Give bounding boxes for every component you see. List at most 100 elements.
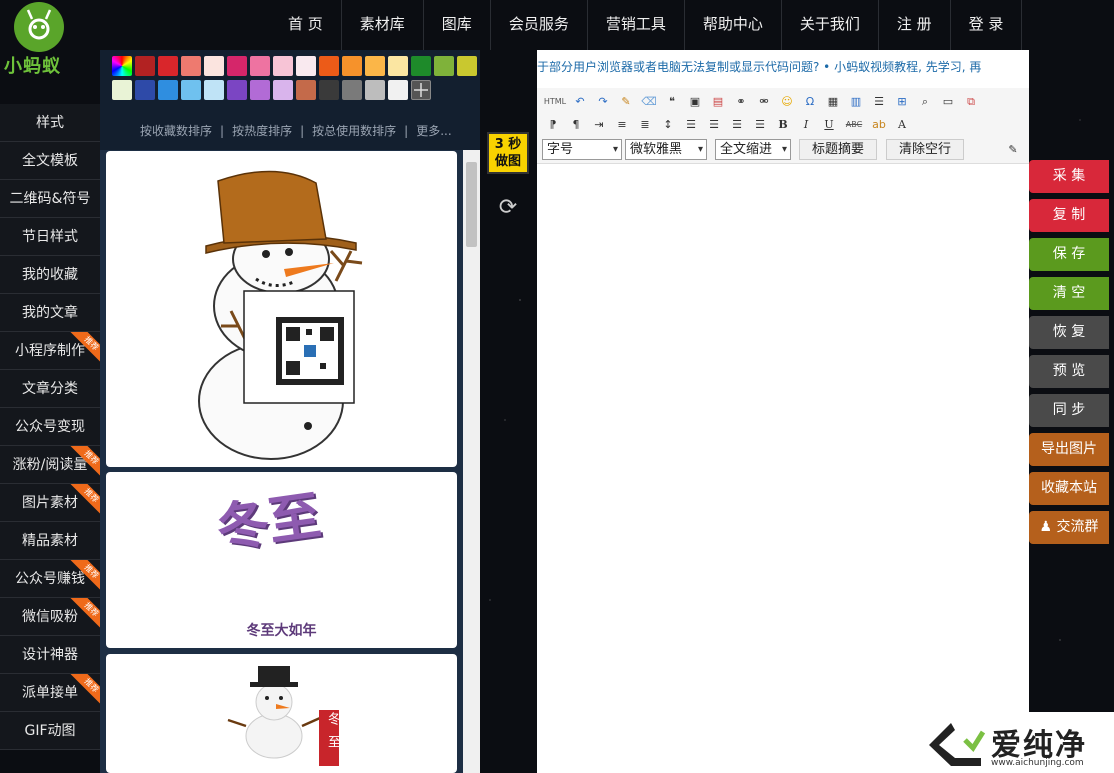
top-nav-item[interactable]: 图库	[424, 0, 491, 50]
material-scrollbar[interactable]	[463, 150, 480, 773]
fullscreen-icon[interactable]: ⧉	[961, 92, 981, 112]
left-nav-item[interactable]: 样式	[0, 104, 100, 142]
preview-icon[interactable]: ▭	[938, 92, 958, 112]
left-nav-item[interactable]: 二维码&符号	[0, 180, 100, 218]
color-swatch[interactable]	[204, 56, 224, 76]
color-swatch[interactable]	[273, 80, 293, 100]
top-nav-item[interactable]: 关于我们	[782, 0, 879, 50]
color-swatch[interactable]	[158, 56, 178, 76]
highlight-icon[interactable]: ab	[869, 115, 889, 135]
top-nav-item[interactable]: 登 录	[951, 0, 1023, 50]
unlink-icon[interactable]: ⚮	[754, 92, 774, 112]
strikethrough-icon[interactable]: ABC	[842, 115, 866, 135]
image-icon[interactable]: ▤	[708, 92, 728, 112]
paste-icon[interactable]: ▣	[685, 92, 705, 112]
color-swatch[interactable]	[227, 56, 247, 76]
paragraph-spacing-icon[interactable]: ≣	[635, 115, 655, 135]
font-color-icon[interactable]: A	[892, 115, 912, 135]
left-nav-item[interactable]: 我的收藏	[0, 256, 100, 294]
italic-icon[interactable]: I	[796, 115, 816, 135]
editor-content-area[interactable]	[537, 165, 1029, 765]
insert-image-icon[interactable]: ▦	[823, 92, 843, 112]
color-swatch[interactable]	[112, 80, 132, 100]
video-icon[interactable]: ▥	[846, 92, 866, 112]
edit-note-icon[interactable]: ✎	[1003, 140, 1023, 160]
color-swatch[interactable]	[273, 56, 293, 76]
top-nav-item[interactable]: 营销工具	[588, 0, 685, 50]
sort-option[interactable]: 按收藏数排序	[140, 124, 212, 138]
color-swatch[interactable]	[135, 80, 155, 100]
color-swatch[interactable]	[365, 80, 385, 100]
action-button[interactable]: ♟ 交流群	[1029, 511, 1109, 544]
top-nav-item[interactable]: 素材库	[342, 0, 424, 50]
left-nav-item[interactable]: 派单接单 推荐	[0, 674, 100, 712]
row-spacing-icon[interactable]: ↕	[658, 115, 678, 135]
color-swatch[interactable]	[158, 80, 178, 100]
quote-icon[interactable]: ❝	[662, 92, 682, 112]
eraser-icon[interactable]: ⌫	[639, 92, 659, 112]
color-swatch[interactable]	[342, 80, 362, 100]
align-left-icon[interactable]: ☰	[681, 115, 701, 135]
color-swatch[interactable]	[250, 56, 270, 76]
top-nav-item[interactable]: 注 册	[879, 0, 951, 50]
underline-icon[interactable]: U	[819, 115, 839, 135]
action-button[interactable]: 恢 复	[1029, 316, 1109, 349]
special-char-icon[interactable]: Ω	[800, 92, 820, 112]
font-family-select[interactable]: 微软雅黑	[625, 139, 707, 160]
color-swatch[interactable]	[296, 80, 316, 100]
rtl-icon[interactable]: ¶	[566, 115, 586, 135]
left-nav-item[interactable]: 公众号赚钱 推荐	[0, 560, 100, 598]
scrollbar-thumb[interactable]	[466, 162, 477, 247]
color-swatch[interactable]	[250, 80, 270, 100]
material-card-snowman-tag[interactable]: 冬至	[106, 654, 457, 773]
left-nav-item[interactable]: 公众号变现	[0, 408, 100, 446]
color-swatch[interactable]	[204, 80, 224, 100]
indent-icon[interactable]: ⇥	[589, 115, 609, 135]
top-nav-item[interactable]: 首 页	[270, 0, 342, 50]
action-button[interactable]: 保 存	[1029, 238, 1109, 271]
format-brush-icon[interactable]: ✎	[616, 92, 636, 112]
color-swatch[interactable]	[365, 56, 385, 76]
search-replace-icon[interactable]: ⌕	[915, 92, 935, 112]
bold-icon[interactable]: B	[773, 115, 793, 135]
left-nav-item[interactable]: GIF动图	[0, 712, 100, 750]
top-nav-item[interactable]: 会员服务	[491, 0, 588, 50]
emoji-icon[interactable]: ☺	[777, 92, 797, 112]
custom-color-picker-icon[interactable]	[112, 56, 132, 76]
clear-blank-lines-button[interactable]: 清除空行	[886, 139, 964, 160]
table-icon[interactable]: ⊞	[892, 92, 912, 112]
quick-make-button[interactable]: 3 秒 做图	[487, 132, 529, 174]
sort-option[interactable]: 更多...	[416, 124, 451, 138]
font-size-select[interactable]: 字号	[542, 139, 622, 160]
color-swatch[interactable]	[434, 56, 454, 76]
left-nav-item[interactable]: 我的文章	[0, 294, 100, 332]
left-nav-item[interactable]: 图片素材 推荐	[0, 484, 100, 522]
title-summary-button[interactable]: 标题摘要	[799, 139, 877, 160]
left-nav-item[interactable]: 文章分类	[0, 370, 100, 408]
sort-option[interactable]: 按总使用数排序	[312, 124, 396, 138]
action-button[interactable]: 导出图片	[1029, 433, 1109, 466]
left-nav-item[interactable]: 设计神器	[0, 636, 100, 674]
align-center-icon[interactable]: ☰	[704, 115, 724, 135]
color-swatch[interactable]	[296, 56, 316, 76]
left-nav-item[interactable]: 全文模板	[0, 142, 100, 180]
color-swatch[interactable]	[342, 56, 362, 76]
line-spacing-icon[interactable]: ≡	[612, 115, 632, 135]
color-swatch[interactable]	[457, 56, 477, 76]
left-nav-item[interactable]: 涨粉/阅读量 推荐	[0, 446, 100, 484]
color-swatch[interactable]	[388, 80, 408, 100]
color-swatch[interactable]	[319, 80, 339, 100]
action-button[interactable]: 采 集	[1029, 160, 1109, 193]
material-card-winter-solstice[interactable]: 冬至 冬至大如年	[106, 472, 457, 648]
color-swatch[interactable]	[181, 80, 201, 100]
notice-marquee[interactable]: 于部分用户浏览器或者电脑无法复制或显示代码问题? • 小蚂蚁视频教程, 先学习,…	[537, 50, 1029, 84]
redo-icon[interactable]: ↷	[593, 92, 613, 112]
action-button[interactable]: 复 制	[1029, 199, 1109, 232]
undo-icon[interactable]: ↶	[570, 92, 590, 112]
left-nav-item[interactable]: 小程序制作 推荐	[0, 332, 100, 370]
left-nav-item[interactable]: 精品素材	[0, 522, 100, 560]
site-logo[interactable]: 小蚂蚁	[0, 0, 100, 100]
link-icon[interactable]: ⚭	[731, 92, 751, 112]
indent-select[interactable]: 全文缩进	[715, 139, 791, 160]
more-colors-icon[interactable]	[411, 80, 431, 100]
